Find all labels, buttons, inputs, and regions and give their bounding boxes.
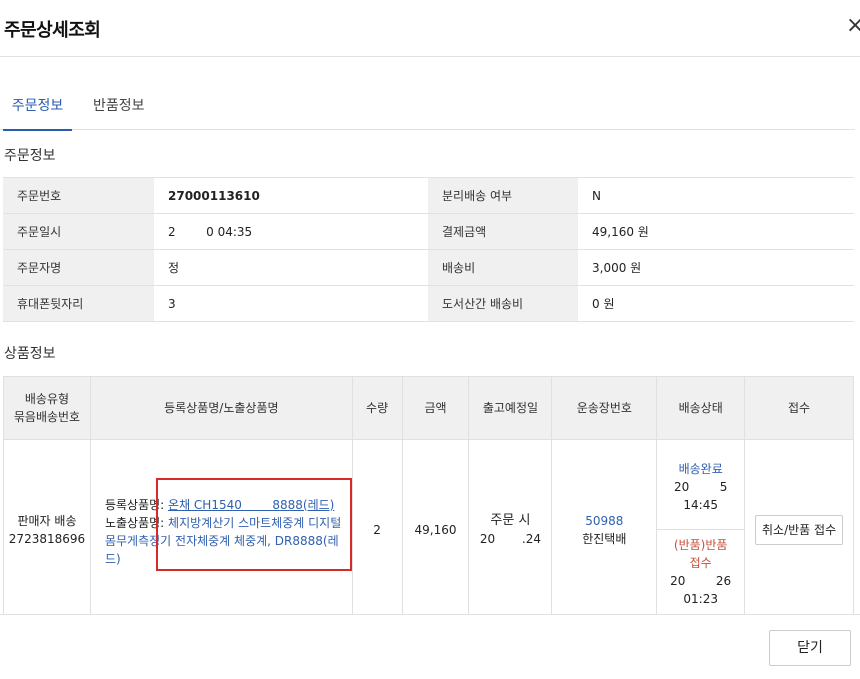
tab-order-info[interactable]: 주문정보 [3, 95, 72, 131]
shipping-fee-value: 3,000 원 [578, 249, 854, 286]
col-header-ship-type: 배송유형 묶음배송번호 [3, 376, 91, 440]
ship-type-cell: 판매자 배송 2723818696 [3, 439, 91, 620]
product-section-title: 상품정보 [4, 346, 56, 362]
registered-name-label: 등록상품명: [104, 497, 169, 512]
close-button[interactable]: 닫기 [769, 630, 851, 666]
col-header-status: 배송상태 [656, 376, 746, 440]
tracking-number-link[interactable]: 50988 [585, 514, 623, 528]
order-info-table: 주문번호 27000113610 분리배송 여부 N 주문일시 2 0 04:3… [3, 177, 854, 322]
phone-last-digits-value: 3 [154, 285, 428, 322]
table-row: 주문일시 2 0 04:35 결제금액 49,160 원 [3, 213, 854, 250]
status-cell: 배송완료 20 5 14:45 (반품)반품 접수 20 26 01:23 [656, 439, 746, 620]
action-cell: 취소/반품 접수 [744, 439, 854, 620]
ship-date-cell: 주문 시 20 .24 [468, 439, 553, 620]
order-number-value: 27000113610 [154, 177, 428, 214]
col-header-action: 접수 [744, 376, 854, 440]
tab-return-info[interactable]: 반품정보 [93, 95, 145, 129]
table-row: 주문자명 정 배송비 3,000 원 [3, 249, 854, 286]
product-name-cell: 등록상품명: 온채 CH1540 8888(레드) 노출상품명: 체지방계산기 … [89, 439, 353, 620]
payment-amount-value: 49,160 원 [578, 213, 854, 250]
order-section-title: 주문정보 [4, 148, 56, 164]
split-shipping-value: N [578, 177, 854, 214]
split-shipping-label: 분리배송 여부 [428, 177, 578, 214]
qty-cell: 2 [351, 439, 403, 620]
col-header-qty: 수량 [351, 376, 403, 440]
tab-bar: 주문정보 반품정보 [0, 86, 855, 131]
phone-last-digits-label: 휴대폰뒷자리 [3, 285, 154, 322]
order-number-label: 주문번호 [3, 177, 154, 214]
dialog-header: 주문상세조회 × [0, 0, 860, 57]
table-header-row: 배송유형 묶음배송번호 등록상품명/노출상품명 수량 금액 출고예정일 운송장번호… [3, 376, 854, 440]
cancel-return-button[interactable]: 취소/반품 접수 [755, 514, 844, 545]
payment-amount-label: 결제금액 [428, 213, 578, 250]
product-table: 배송유형 묶음배송번호 등록상품명/노출상품명 수량 금액 출고예정일 운송장번호… [3, 376, 854, 620]
tracking-cell: 50988 한진택배 [551, 439, 658, 620]
col-header-tracking: 운송장번호 [551, 376, 658, 440]
table-row: 판매자 배송 2723818696 등록상품명: 온채 CH1540 8888(… [3, 439, 854, 620]
remote-area-fee-value: 0 원 [578, 285, 854, 322]
dialog-footer: 닫기 [0, 614, 860, 679]
delivery-status: 배송완료 20 5 14:45 [657, 446, 745, 530]
display-name-label: 노출상품명: [104, 515, 169, 530]
orderer-name-value: 정 [154, 249, 428, 286]
table-row: 주문번호 27000113610 분리배송 여부 N [3, 177, 854, 214]
order-datetime-label: 주문일시 [3, 213, 154, 250]
table-row: 휴대폰뒷자리 3 도서산간 배송비 0 원 [3, 285, 854, 322]
order-datetime-value: 2 0 04:35 [154, 213, 428, 250]
carrier-name: 한진택배 [582, 531, 627, 546]
col-header-ship-date: 출고예정일 [468, 376, 553, 440]
return-status: (반품)반품 접수 20 26 01:23 [670, 537, 732, 606]
remote-area-fee-label: 도서산간 배송비 [428, 285, 578, 322]
orderer-name-label: 주문자명 [3, 249, 154, 286]
registered-product-link[interactable]: 온채 CH1540 8888(레드) [168, 498, 334, 512]
col-header-amount: 금액 [401, 376, 470, 440]
amount-cell: 49,160 [401, 439, 470, 620]
close-icon[interactable]: × [846, 14, 860, 38]
col-header-product-name: 등록상품명/노출상품명 [89, 376, 353, 440]
dialog-title: 주문상세조회 [4, 20, 101, 41]
shipping-fee-label: 배송비 [428, 249, 578, 286]
